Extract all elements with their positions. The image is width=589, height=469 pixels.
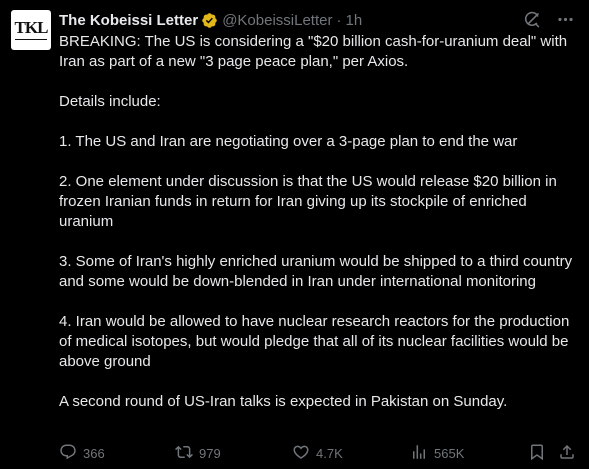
author-handle[interactable]: @KobeissiLetter [222,12,332,29]
bookmark-button[interactable] [528,443,546,463]
tweet-paragraph: 4. Iran would be allowed to have nuclear… [59,313,570,370]
repost-count: 979 [199,445,221,461]
reply-icon [59,443,77,464]
bookmark-icon [528,443,546,464]
views-button[interactable]: 565K [410,443,464,463]
tweet-paragraph: 3. Some of Iran's highly enriched uraniu… [59,253,573,290]
grok-icon[interactable] [523,10,542,29]
reply-count: 366 [83,445,105,461]
tweet-text: BREAKING: The US is considering a "$20 b… [59,32,579,432]
verified-badge-icon[interactable] [201,12,218,29]
views-icon [410,443,428,464]
repost-icon [175,443,193,464]
timestamp[interactable]: 1h [345,12,362,29]
repost-button[interactable]: 979 [175,443,221,463]
author-name[interactable]: The Kobeissi Letter [59,12,198,29]
tweet-paragraph: 1. The US and Iran are negotiating over … [59,133,518,150]
like-button[interactable]: 4.7K [292,443,343,463]
share-button[interactable] [558,443,576,463]
share-icon [558,443,576,464]
tweet[interactable]: TKL The Kobeissi Letter @KobeissiLetter … [0,0,589,469]
tweet-paragraph: BREAKING: The US is considering a "$20 b… [59,33,568,70]
like-count: 4.7K [316,445,343,461]
tweet-paragraph: Details include: [59,93,161,110]
header-actions [523,10,575,29]
reply-button[interactable]: 366 [59,443,105,463]
avatar-logo-text: TKL [14,18,48,42]
avatar[interactable]: TKL [11,10,51,50]
like-icon [292,443,310,464]
tweet-paragraph: A second round of US-Iran talks is expec… [59,393,508,410]
action-bar: 366 979 4.7K 565K [59,443,579,463]
tweet-paragraph: 2. One element under discussion is that … [59,173,557,230]
views-count: 565K [434,445,465,461]
tweet-header: The Kobeissi Letter @KobeissiLetter · 1h [59,10,362,30]
separator-dot: · [336,11,342,29]
more-icon[interactable] [556,10,575,29]
